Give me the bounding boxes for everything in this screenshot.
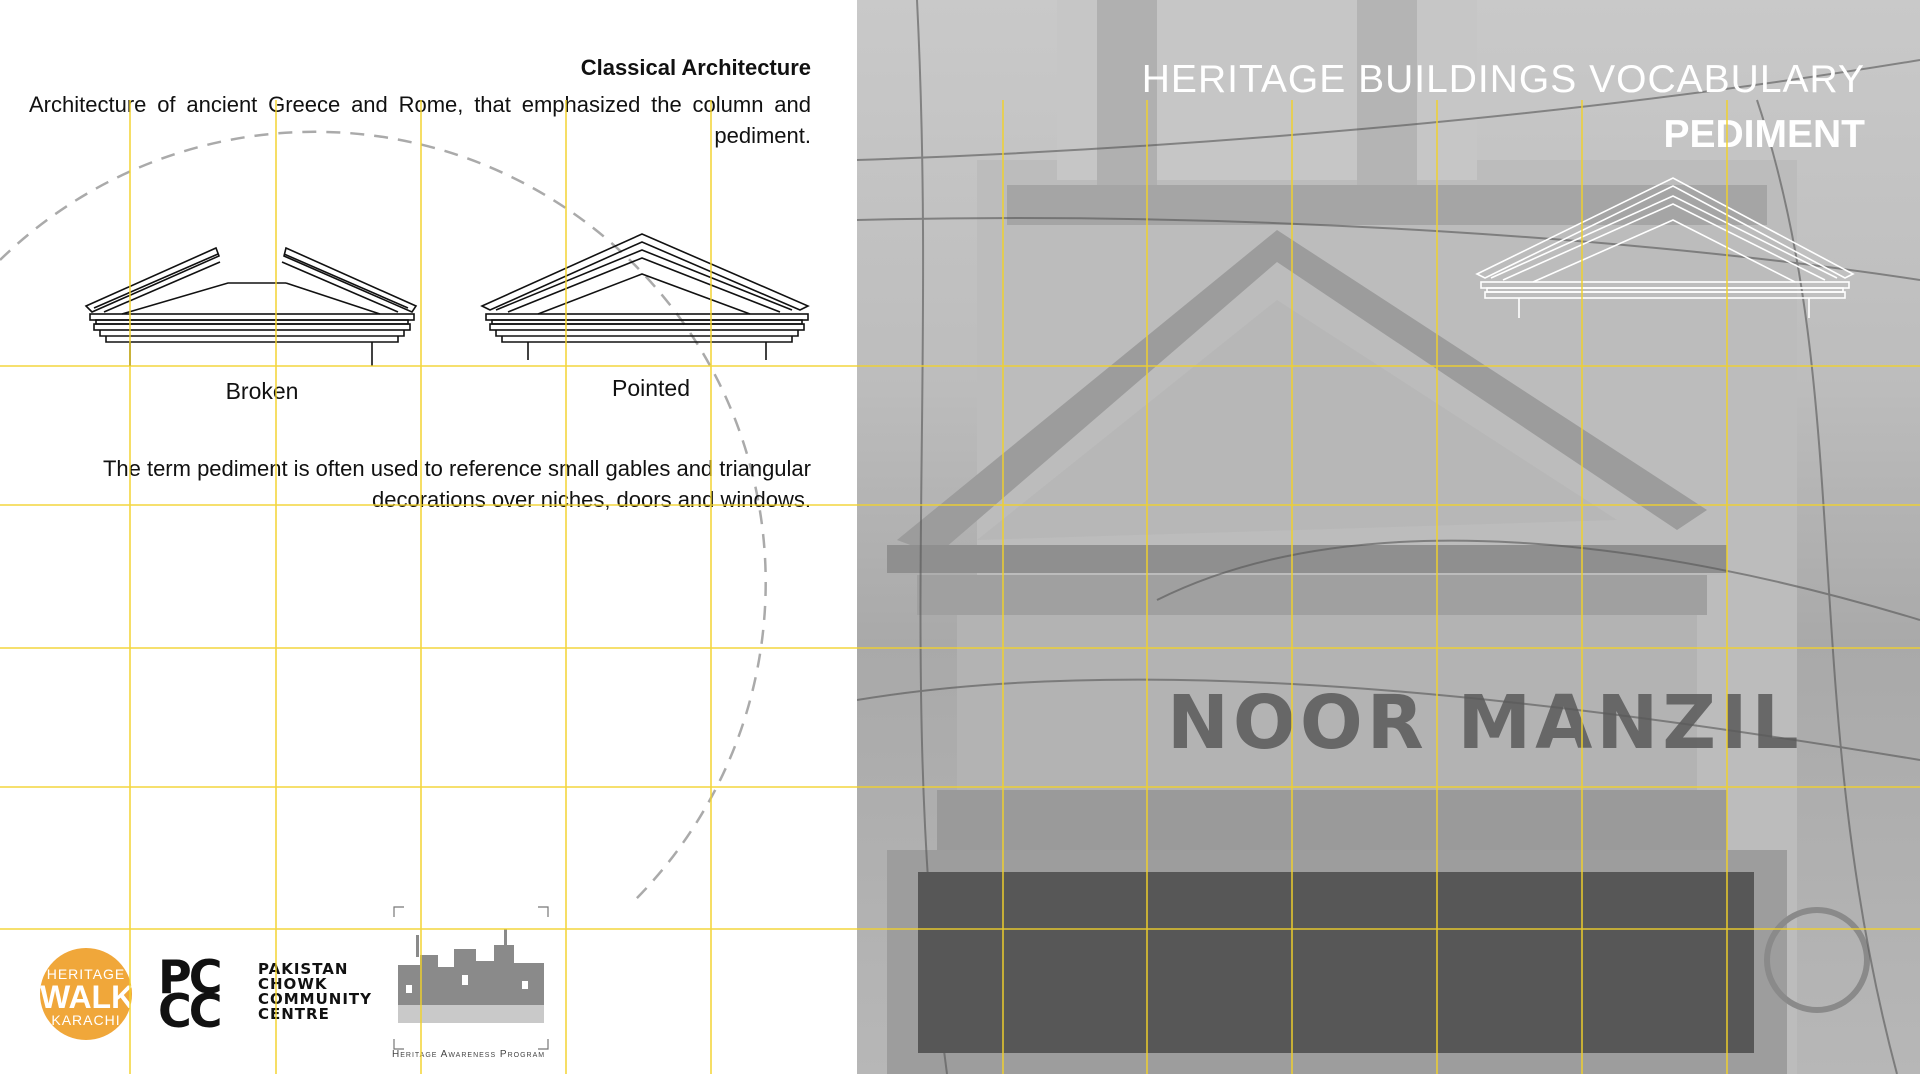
- slide-title: HERITAGE BUILDINGS VOCABULARY: [1141, 58, 1865, 101]
- pccc-logo-mark: PC CC: [158, 950, 223, 1038]
- pccc-logo-text: PAKISTAN CHOWK COMMUNITY CENTRE: [258, 960, 373, 1023]
- slide: Classical Architecture Architecture of a…: [0, 0, 1920, 1074]
- heritage-walk-karachi-logo: HERITAGE WALK KARACHI: [40, 948, 132, 1040]
- intro-paragraph: Architecture of ancient Greece and Rome,…: [29, 92, 811, 148]
- caption-pointed: Pointed: [611, 375, 690, 401]
- note-paragraph: The term pediment is often used to refer…: [102, 456, 811, 512]
- photo-panel: NOOR MANZIL HERITAGE BUILDINGS VOCABULAR…: [857, 0, 1920, 1074]
- left-panel: Classical Architecture Architecture of a…: [0, 0, 857, 1074]
- slide-subtitle: PEDIMENT: [1663, 113, 1865, 156]
- pointed-pediment-drawing: [480, 233, 810, 360]
- dark-placeholder-box: [918, 872, 1754, 1053]
- broken-pediment-drawing: [84, 246, 418, 366]
- section-heading: Classical Architecture: [580, 55, 811, 80]
- heritage-awareness-caption: Heritage Awareness Program: [392, 1049, 546, 1060]
- building-sign-text: NOOR MANZIL: [1167, 680, 1803, 766]
- caption-broken: Broken: [225, 378, 299, 404]
- heritage-awareness-logo: [393, 906, 549, 1050]
